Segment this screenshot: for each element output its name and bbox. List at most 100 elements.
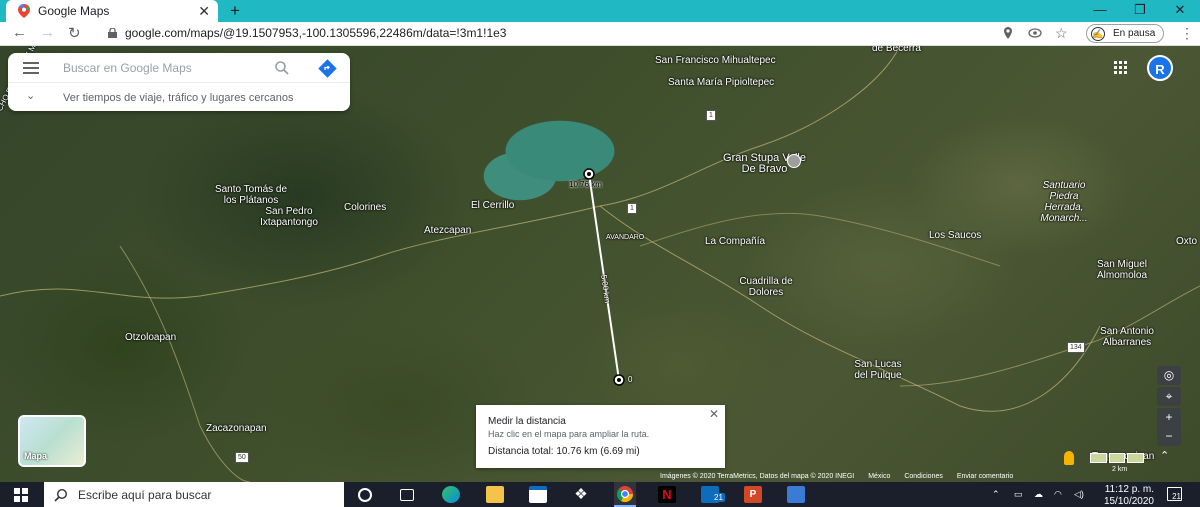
tab-google-maps[interactable]: Google Maps ✕ — [6, 0, 218, 22]
measure-title: Medir la distancia — [488, 416, 566, 427]
imagery-credit: Imágenes © 2020 TerraMetrics, Datos del … — [660, 473, 855, 480]
minimize-icon[interactable]: — — [1080, 2, 1120, 17]
globe-view-icon[interactable]: ◎ — [1157, 366, 1181, 385]
street-view-pegman-icon[interactable] — [1064, 451, 1074, 465]
wifi-icon[interactable]: ◠ — [1054, 489, 1062, 500]
task-view-icon[interactable] — [400, 489, 414, 501]
eye-icon[interactable] — [1028, 26, 1042, 40]
new-tab-plus-icon[interactable]: + — [230, 1, 240, 21]
account-avatar[interactable]: R — [1147, 55, 1173, 81]
scale-label[interactable]: 2 km — [1112, 466, 1127, 473]
tab-close-icon[interactable]: ✕ — [198, 3, 210, 20]
powerpoint-icon[interactable]: P — [744, 486, 762, 503]
attribution-bar: Imágenes © 2020 TerraMetrics, Datos del … — [660, 473, 1100, 482]
directions-icon[interactable] — [318, 59, 337, 78]
taskbar-search-placeholder: Escribe aquí para buscar — [78, 487, 212, 502]
map-label[interactable]: Atezcapan — [424, 225, 471, 236]
map-label[interactable]: La Compañía — [705, 236, 765, 247]
menu-hamburger-icon[interactable] — [23, 62, 39, 74]
location-pin-icon[interactable] — [1001, 26, 1015, 40]
map-label[interactable]: El Cerrillo — [471, 200, 514, 211]
road-shield: 1 — [627, 203, 637, 214]
feedback-link[interactable]: Enviar comentario — [957, 473, 1013, 480]
map-label[interactable]: Santuario Piedra Herrada, Monarch... — [1033, 180, 1095, 224]
battery-icon[interactable]: ▭ — [1014, 489, 1023, 500]
window-close-icon[interactable]: ✕ — [1160, 2, 1200, 18]
profile-paused-button[interactable]: ✍ En pausa — [1086, 24, 1164, 43]
map-label[interactable]: Colorines — [344, 202, 386, 213]
reload-icon[interactable]: ↻ — [68, 24, 81, 42]
map-label[interactable]: San Miguel Almomoloa — [1092, 259, 1152, 281]
mail-badge: 21 — [712, 493, 725, 502]
chrome-active-icon[interactable] — [614, 482, 636, 507]
bookmark-star-icon[interactable]: ☆ — [1055, 26, 1069, 40]
map-label[interactable]: Otzoloapan — [125, 332, 176, 343]
browser-menu-icon[interactable]: ⋮ — [1180, 25, 1194, 42]
taskbar-search-box[interactable]: Escribe aquí para buscar — [44, 482, 344, 507]
map-label[interactable]: Los Saucos — [929, 230, 981, 241]
photos-icon[interactable] — [787, 486, 805, 503]
map-label[interactable]: San Lucas del Pulque — [848, 359, 908, 381]
map-label[interactable]: San Antonio Albarranes — [1092, 326, 1162, 348]
windows-taskbar: Escribe aquí para buscar ❖ N 21 P ⌃ ▭ ☁ … — [0, 482, 1200, 507]
zoom-out-button[interactable]: − — [1157, 427, 1181, 446]
google-apps-grid-icon[interactable] — [1114, 61, 1128, 75]
lock-icon — [108, 28, 117, 38]
cortana-icon[interactable] — [358, 488, 372, 502]
layers-toggle[interactable]: Mapa — [18, 415, 86, 467]
notification-center-icon[interactable]: 21 — [1167, 487, 1182, 501]
edge-browser-icon[interactable] — [442, 486, 460, 503]
dropbox-icon[interactable]: ❖ — [572, 486, 590, 503]
restore-icon[interactable]: ❐ — [1120, 2, 1160, 18]
search-icon[interactable] — [274, 60, 290, 76]
address-bar[interactable]: google.com/maps/@19.1507953,-100.1305596… — [108, 26, 506, 40]
search-icon — [54, 488, 68, 502]
measure-end-label: 0 — [628, 375, 633, 384]
url-text: google.com/maps/@19.1507953,-100.1305596… — [125, 26, 507, 40]
notification-count: 21 — [1172, 492, 1181, 501]
my-location-icon[interactable]: ⌖ — [1157, 387, 1181, 406]
map-label[interactable]: Zacazonapan — [206, 423, 267, 434]
map-label[interactable]: Cuadrilla de Dolores — [735, 276, 797, 298]
browser-toolbar: ← → ↻ google.com/maps/@19.1507953,-100.1… — [0, 22, 1200, 46]
onedrive-cloud-icon[interactable]: ☁ — [1034, 489, 1043, 500]
measure-total-distance: Distancia total: 10.76 km (6.69 mi) — [488, 446, 640, 457]
terms-link[interactable]: Condiciones — [904, 473, 943, 480]
clock-time: 11:12 p. m. — [1104, 484, 1154, 495]
close-icon[interactable]: ✕ — [709, 407, 719, 421]
search-input[interactable]: Buscar en Google Maps — [63, 61, 192, 75]
nearby-info-link[interactable]: Ver tiempos de viaje, tráfico y lugares … — [63, 92, 294, 104]
tray-chevron-up-icon[interactable]: ⌃ — [992, 489, 1000, 500]
imagery-thumbnails[interactable] — [1090, 453, 1145, 463]
nearby-row[interactable]: ⌄ Ver tiempos de viaje, tráfico y lugare… — [8, 83, 350, 111]
zoom-in-button[interactable]: + — [1157, 408, 1181, 427]
microsoft-store-icon[interactable] — [529, 486, 547, 503]
map-label[interactable]: de Becerra — [872, 46, 921, 54]
forward-arrow-icon[interactable]: → — [40, 24, 55, 41]
expand-up-icon[interactable]: ⌃ — [1160, 449, 1169, 462]
map-label[interactable]: Santo Tomás de los Plátanos — [211, 184, 291, 206]
windows-start-icon[interactable] — [14, 488, 28, 502]
system-clock[interactable]: 11:12 p. m. 15/10/2020 — [1094, 485, 1154, 507]
measure-start-label: 10.76 km — [569, 180, 602, 189]
chevron-down-icon: ⌄ — [26, 90, 36, 102]
netflix-icon[interactable]: N — [658, 486, 676, 503]
profile-status-label: En pausa — [1113, 28, 1156, 39]
browser-tab-strip: Google Maps ✕ + — ❐ ✕ — [0, 0, 1200, 22]
map-label[interactable]: AVANDARO — [606, 232, 644, 243]
road-shield: 1 — [706, 110, 716, 121]
google-maps-favicon-icon — [18, 4, 30, 18]
map-label[interactable]: Oxto — [1176, 236, 1197, 247]
file-explorer-icon[interactable] — [486, 486, 504, 503]
back-arrow-icon[interactable]: ← — [12, 24, 27, 41]
country-label: México — [868, 473, 891, 480]
measure-instructions: Haz clic en el mapa para ampliar la ruta… — [488, 429, 650, 439]
layers-label: Mapa — [24, 451, 48, 461]
map-label[interactable]: San Francisco Mihualtepec — [655, 55, 776, 66]
map-label[interactable]: Santa María Pipioltepec — [668, 77, 774, 88]
search-panel: Buscar en Google Maps ⌄ Ver tiempos de v… — [8, 53, 350, 111]
volume-icon[interactable]: ◁) — [1074, 489, 1084, 500]
landmark-pin-icon[interactable] — [787, 154, 801, 168]
tab-title: Google Maps — [38, 4, 110, 18]
map-label[interactable]: San Pedro Ixtapantongo — [254, 206, 324, 228]
